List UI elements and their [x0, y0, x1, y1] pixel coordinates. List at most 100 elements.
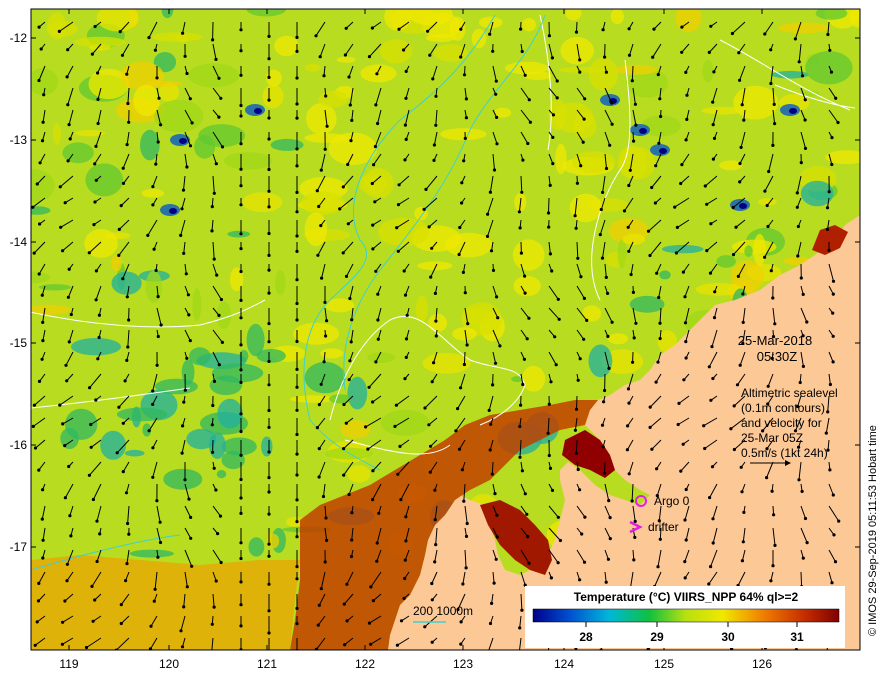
velocity-arrow-head	[742, 510, 746, 514]
velocity-arrow-head	[37, 581, 41, 586]
sst-patch	[31, 304, 71, 315]
sst-patch	[163, 468, 203, 490]
velocity-arrow-head	[342, 447, 346, 451]
velocity-arrow-head	[121, 277, 125, 281]
velocity-arrow-head	[159, 123, 163, 127]
velocity-arrow-head	[769, 579, 773, 583]
velocity-arrow-head	[491, 49, 495, 53]
velocity-arrow-head	[404, 137, 408, 141]
velocity-arrow-head	[403, 293, 408, 297]
velocity-arrow	[631, 65, 634, 81]
velocity-arrow-head	[239, 556, 243, 561]
velocity-arrow-head	[735, 383, 740, 387]
velocity-arrow-head	[348, 296, 352, 301]
velocity-arrow-head	[93, 162, 97, 166]
velocity-arrow-head	[37, 25, 41, 29]
velocity-arrow-head	[370, 26, 374, 30]
velocity-arrow-head	[239, 28, 243, 32]
velocity-arrow-head	[740, 490, 744, 494]
velocity-arrow-head	[239, 167, 243, 171]
velocity-arrow-head	[182, 605, 186, 609]
velocity-arrow-head	[630, 79, 634, 83]
velocity-arrow-head	[342, 473, 346, 477]
velocity-arrow-head	[681, 442, 685, 446]
velocity-arrow-head	[373, 200, 377, 204]
velocity-arrow-head	[578, 357, 582, 361]
sst-patch	[522, 365, 546, 392]
velocity-arrow-head	[185, 71, 189, 76]
velocity-arrow-head	[827, 248, 831, 252]
velocity-arrow-head	[731, 253, 736, 257]
velocity-arrow-head	[601, 190, 605, 194]
sst-patch	[522, 18, 536, 32]
velocity-arrow-head	[40, 357, 44, 361]
velocity-arrow-head	[239, 380, 243, 384]
x-tick-label: 121	[257, 657, 277, 671]
velocity-arrow-head	[314, 647, 318, 650]
sst-patch	[154, 99, 204, 133]
velocity-arrow-head	[433, 518, 437, 522]
velocity-arrow-head	[154, 268, 158, 273]
velocity-arrow-head	[151, 389, 155, 393]
velocity-arrow-head	[583, 515, 587, 519]
velocity-arrow-head	[146, 233, 150, 237]
velocity-arrow-head	[125, 295, 129, 299]
velocity-arrow-head	[32, 403, 37, 407]
velocity-arrow-head	[295, 278, 299, 282]
velocity-arrow-head	[765, 203, 769, 208]
velocity-arrow-head	[96, 97, 100, 101]
velocity-arrow-head	[239, 511, 243, 515]
velocity-arrow-head	[729, 427, 733, 431]
velocity-arrow-head	[181, 188, 186, 192]
velocity-arrow-head	[520, 608, 524, 612]
velocity-arrow-head	[423, 625, 427, 629]
velocity-arrow-head	[295, 301, 299, 306]
velocity-arrow-head	[525, 512, 529, 516]
velocity-arrow-head	[454, 429, 458, 433]
velocity-arrow-head	[398, 444, 402, 448]
velocity-arrow-head	[495, 142, 499, 146]
y-tick-label: -16	[10, 438, 28, 452]
velocity-arrow-head	[180, 645, 185, 649]
velocity-arrow-head	[550, 488, 555, 492]
velocity-arrow-head	[68, 137, 72, 141]
velocity-arrow-head	[125, 562, 129, 566]
velocity-arrow-head	[549, 380, 553, 384]
velocity-arrow-head	[371, 469, 375, 473]
velocity-arrow-head	[65, 75, 69, 79]
velocity-arrow-head	[93, 598, 97, 602]
velocity-arrow-head	[156, 334, 160, 339]
velocity-arrow-head	[321, 494, 326, 499]
velocity-arrow-head	[732, 447, 737, 452]
velocity-arrow-head	[127, 120, 131, 124]
velocity-arrow-head	[646, 229, 651, 233]
velocity-arrow-head	[377, 511, 381, 515]
velocity-arrow-head	[395, 226, 399, 230]
velocity-arrow-head	[42, 93, 46, 97]
velocity-arrow-head	[633, 519, 637, 524]
sst-patch	[380, 409, 430, 436]
velocity-arrow-head	[63, 599, 67, 603]
velocity-arrow-head	[600, 256, 605, 260]
velocity-arrow-head	[61, 422, 65, 426]
velocity-arrow-head	[630, 499, 634, 503]
velocity-arrow-head	[325, 319, 329, 323]
cold-spot-core	[169, 208, 177, 214]
sst-patch	[248, 537, 265, 557]
velocity-arrow-head	[710, 345, 714, 349]
velocity-arrow-head	[267, 291, 271, 295]
velocity-arrow-head	[648, 405, 652, 409]
velocity-arrow-head	[371, 599, 375, 603]
velocity-arrow-head	[267, 631, 271, 635]
velocity-arrow-head	[316, 623, 320, 627]
cold-spot-core	[254, 108, 262, 114]
velocity-arrow-head	[769, 269, 773, 273]
velocity-arrow-head	[684, 70, 688, 74]
velocity-arrow-head	[498, 344, 502, 348]
velocity-arrow-head	[61, 249, 65, 253]
velocity-arrow-head	[803, 98, 807, 102]
velocity-arrow-head	[239, 142, 243, 146]
velocity-arrow-head	[267, 231, 271, 236]
velocity-arrow-head	[711, 123, 715, 127]
velocity-arrow-head	[488, 32, 492, 36]
